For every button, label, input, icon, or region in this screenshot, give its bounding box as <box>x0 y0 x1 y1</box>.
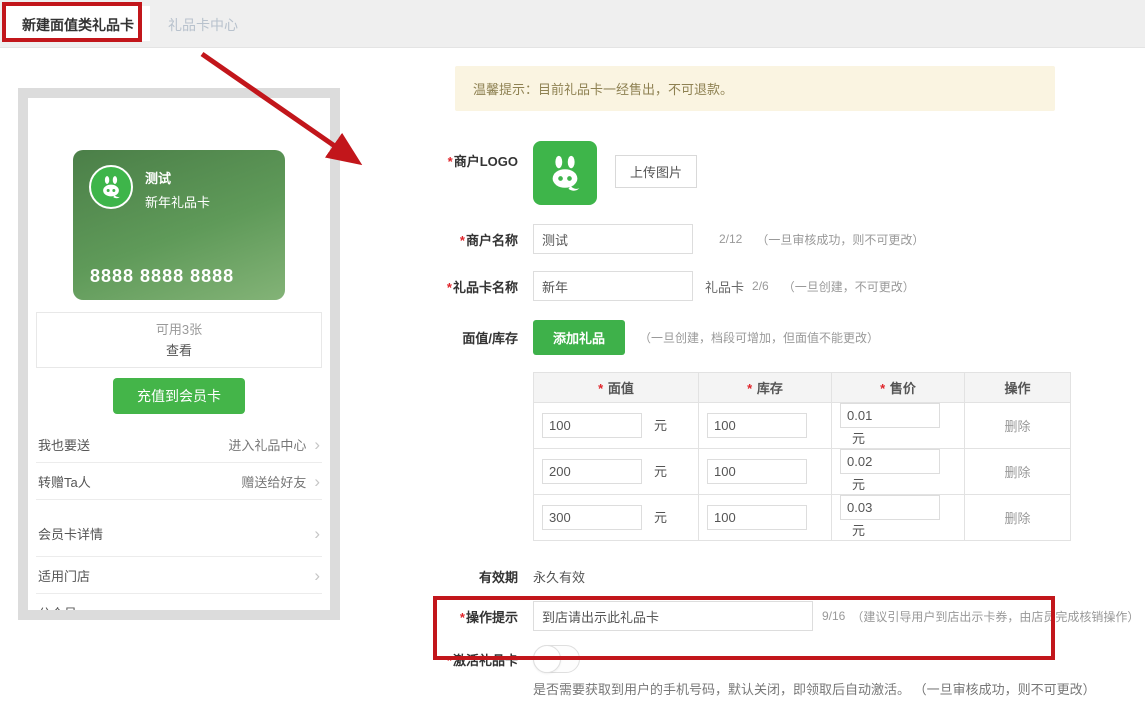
chevron-right-icon: › <box>314 565 320 585</box>
header-stock: 库存 <box>756 381 783 396</box>
unit-yuan: 元 <box>852 477 866 492</box>
operation-tip-counter: 9/16 <box>822 609 846 623</box>
card-preview-screen: 测试 新年礼品卡 8888 8888 8888 可用3张 查看 充值到会员卡 我… <box>28 98 330 610</box>
denomination-hint: （一旦创建，档段可增加，但面值不能更改） <box>639 331 880 345</box>
price-input[interactable] <box>840 495 940 520</box>
merchant-logo-label: 商户LOGO <box>453 154 518 169</box>
chevron-right-icon: › <box>314 434 320 454</box>
list-item-member-card-detail[interactable]: 会员卡详情 › <box>36 510 322 557</box>
operation-tip-label: 操作提示 <box>465 609 518 625</box>
list-item-applicable-stores[interactable]: 适用门店 › <box>36 557 322 594</box>
merchant-name-hint: （一旦审核成功，则不可更改） <box>756 232 925 247</box>
mascot-icon <box>103 176 121 199</box>
available-count: 可用3张 <box>155 322 203 337</box>
required-asterisk: * <box>446 279 452 295</box>
unit-yuan: 元 <box>654 418 668 433</box>
list-item-send-too[interactable]: 我也要送 进入礼品中心 › <box>36 426 322 463</box>
face-value-input[interactable] <box>542 505 642 530</box>
merchant-logo-row: *商户LOGO 上传图片 <box>440 141 1145 205</box>
gift-card-form: 温馨提示：目前礼品卡一经售出，不可退款。 *商户LOGO 上传图片 *商户名称 … <box>440 66 1145 706</box>
notice-banner: 温馨提示：目前礼品卡一经售出，不可退款。 <box>455 66 1055 111</box>
available-count-box: 可用3张 查看 <box>36 312 322 368</box>
delete-link[interactable]: 删除 <box>1004 511 1030 526</box>
card-name-hint: （一旦创建，不可更改） <box>782 279 915 294</box>
upload-image-button[interactable]: 上传图片 <box>615 155 698 188</box>
header-face-value: 面值 <box>607 381 634 396</box>
validity-value: 永久有效 <box>533 570 586 585</box>
chevron-right-icon: › <box>314 471 320 491</box>
activate-card-description: 是否需要获取到用户的手机号码，默认关闭，即领取后自动激活。 （一旦审核成功，则不… <box>533 682 1096 697</box>
activate-toggle[interactable] <box>533 645 580 673</box>
card-merchant-name: 测试 <box>145 171 172 186</box>
table-row: 元 元 删除 <box>533 402 1071 449</box>
stock-input[interactable] <box>707 505 807 530</box>
unit-yuan: 元 <box>852 523 866 538</box>
table-header-row: * 面值 * 库存 * 售价 操作 <box>533 372 1071 403</box>
denomination-row: 面值/库存 添加礼品 （一旦创建，档段可增加，但面值不能更改） <box>440 320 1145 355</box>
stock-input[interactable] <box>707 413 807 438</box>
card-number: 8888 8888 8888 <box>90 266 235 286</box>
operation-tip-row: *操作提示 9/16 （建议引导用户到店出示卡券，由店员完成核销操作） <box>440 601 1145 631</box>
merchant-name-input[interactable] <box>533 224 693 254</box>
operation-tip-input[interactable] <box>533 601 813 631</box>
card-name-input[interactable] <box>533 271 693 301</box>
list-group-gap <box>28 500 330 510</box>
merchant-logo-badge-icon <box>89 165 133 209</box>
list-item-gift-to-other[interactable]: 转赠Ta人 赠送给好友 › <box>36 463 322 500</box>
price-input[interactable] <box>840 449 940 474</box>
tab-new-value-gift-card[interactable]: 新建面值类礼品卡 <box>6 6 150 41</box>
gift-card-preview: 测试 新年礼品卡 8888 8888 8888 <box>73 150 285 300</box>
activate-card-label: 激活礼品卡 <box>452 652 518 668</box>
required-asterisk: * <box>459 609 465 625</box>
card-preview-panel: 测试 新年礼品卡 8888 8888 8888 可用3张 查看 充值到会员卡 我… <box>18 88 340 620</box>
card-name-label: 礼品卡名称 <box>452 279 518 295</box>
merchant-name-row: *商户名称 2/12 （一旦审核成功，则不可更改） <box>440 224 1145 254</box>
denomination-label: 面值/库存 <box>462 331 518 346</box>
header-operation: 操作 <box>1004 381 1031 396</box>
denomination-table: * 面值 * 库存 * 售价 操作 元 元 删除 元 <box>533 372 1071 541</box>
list-item-action: 进入礼品中心 <box>228 437 307 453</box>
table-row: 元 元 删除 <box>533 494 1071 541</box>
required-asterisk: * <box>446 652 452 668</box>
validity-row: 有效期 永久有效 <box>440 567 1145 586</box>
tab-gift-card-center[interactable]: 礼品卡中心 <box>150 0 256 47</box>
header-price: 售价 <box>889 381 916 396</box>
page: 新建面值类礼品卡 礼品卡中心 测试 新年礼品卡 8888 8888 8888 可… <box>0 0 1145 706</box>
card-name-row: *礼品卡名称 礼品卡 2/6 （一旦创建，不可更改） <box>440 271 1145 301</box>
unit-yuan: 元 <box>852 431 866 446</box>
delete-link[interactable]: 删除 <box>1004 465 1030 480</box>
toggle-knob-icon <box>533 645 561 673</box>
stock-input[interactable] <box>707 459 807 484</box>
delete-link[interactable]: 删除 <box>1004 419 1030 434</box>
tab-bar: 新建面值类礼品卡 礼品卡中心 <box>0 0 1145 48</box>
list-item-action: 赠送给好友 <box>241 474 307 490</box>
merchant-logo-image <box>533 141 597 205</box>
unit-yuan: 元 <box>654 464 668 479</box>
chevron-right-icon: › <box>314 604 320 611</box>
recharge-to-member-card-button[interactable]: 充值到会员卡 <box>113 378 245 414</box>
card-action-list: 我也要送 进入礼品中心 › 转赠Ta人 赠送给好友 › 会员卡详情 › 适用门店… <box>28 426 330 610</box>
card-title: 新年礼品卡 <box>145 195 211 210</box>
face-value-input[interactable] <box>542 413 642 438</box>
price-input[interactable] <box>840 403 940 428</box>
activate-card-row: *激活礼品卡 是否需要获取到用户的手机号码，默认关闭，即领取后自动激活。 （一旦… <box>440 645 1145 698</box>
merchant-name-label: 商户名称 <box>465 232 518 248</box>
validity-label: 有效期 <box>478 570 518 585</box>
table-row: 元 元 删除 <box>533 448 1071 495</box>
required-asterisk: * <box>447 154 453 169</box>
mascot-icon <box>552 155 580 191</box>
card-name-suffix: 礼品卡 <box>705 279 745 295</box>
required-asterisk: * <box>459 232 465 248</box>
merchant-name-counter: 2/12 <box>719 232 743 246</box>
chevron-right-icon: › <box>314 523 320 543</box>
operation-tip-hint: （建议引导用户到店出示卡券，由店员完成核销操作） <box>851 609 1140 624</box>
unit-yuan: 元 <box>654 510 668 525</box>
add-gift-button[interactable]: 添加礼品 <box>533 320 626 355</box>
view-link[interactable]: 查看 <box>37 340 321 361</box>
face-value-input[interactable] <box>542 459 642 484</box>
list-item-official-account[interactable]: 公众号 › <box>36 594 322 611</box>
card-name-counter: 2/6 <box>752 279 769 293</box>
